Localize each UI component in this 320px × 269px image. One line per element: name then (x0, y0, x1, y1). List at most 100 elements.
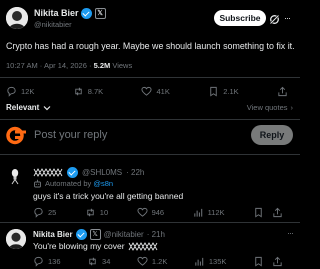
views-count: 112K (207, 208, 225, 217)
reply-text: You're blowing my cover (33, 241, 125, 251)
scribble-display-name-icon[interactable] (33, 168, 63, 177)
tweet-timestamp[interactable]: 10:27 AM · Apr 14, 2026 · (6, 61, 94, 70)
repost-count: 34 (102, 257, 111, 266)
repost-action[interactable]: 34 (87, 256, 110, 267)
like-action[interactable]: 946 (137, 207, 165, 218)
reply-button[interactable]: Reply (251, 125, 293, 145)
reply-handle[interactable]: @nikitabier (104, 230, 144, 239)
chevron-right-icon: › (290, 103, 294, 112)
repost-count: 8.7K (87, 87, 104, 96)
reply-action[interactable]: 12K (6, 86, 34, 97)
reply-secondary-actions (253, 256, 283, 267)
sort-relevant-dropdown[interactable]: Relevant (6, 103, 51, 112)
divider (0, 119, 300, 120)
avatar-portrait (6, 229, 26, 249)
scribble-redaction-icon (128, 241, 157, 251)
repost-icon (89, 257, 96, 266)
orange-logo-icon (6, 126, 26, 145)
repost-icon (74, 87, 82, 96)
views-label: Views (110, 61, 133, 70)
reply-header: @SHL0MS · 22h (33, 167, 144, 178)
reply-actions: 136 34 1.2K 135K (33, 256, 283, 267)
x-affiliate-icon: 𝕏 (89, 229, 101, 240)
share-action[interactable] (277, 86, 288, 97)
view-count: 5.2M (93, 61, 111, 70)
repost-count: 10 (99, 208, 109, 217)
heart-icon (137, 256, 148, 266)
like-count: 41K (156, 87, 170, 96)
heart-icon (137, 207, 148, 217)
share-icon (278, 86, 287, 97)
author-name-row: Nikita Bier 𝕏 (34, 8, 106, 20)
composer-avatar[interactable] (6, 125, 27, 146)
lightbulb-figure-icon (11, 169, 19, 185)
like-count: 1.2K (151, 257, 168, 266)
sort-label: Relevant (6, 103, 40, 112)
automated-label: Automated by @s8n (33, 179, 113, 188)
verified-badge-icon (75, 229, 87, 240)
bookmark-icon[interactable] (253, 256, 264, 267)
heart-icon (141, 86, 153, 96)
reply-icon (7, 86, 16, 97)
bookmark-icon (210, 86, 217, 97)
reply-input[interactable]: Post your reply (34, 129, 107, 141)
repost-icon (87, 208, 94, 217)
bookmark-count: 2.1K (223, 87, 239, 96)
reply-time[interactable]: · 21h (147, 230, 165, 239)
reply-count: 12K (21, 87, 35, 96)
reply-text-row: You're blowing my cover (33, 241, 158, 251)
bookmark-icon[interactable] (253, 207, 264, 218)
divider (0, 154, 300, 155)
more-options-icon[interactable]: ··· (284, 13, 291, 23)
views-action[interactable]: 112K (193, 207, 225, 218)
automated-by-link[interactable]: @s8n (93, 179, 113, 188)
reply-header: Nikita Bier 𝕏 @nikitabier · 21h (33, 229, 165, 240)
reply-count: 25 (48, 208, 57, 217)
reply-action[interactable]: 136 (33, 256, 61, 267)
verified-badge-icon (81, 8, 93, 20)
more-options-icon[interactable]: ··· (287, 228, 294, 238)
view-quotes-label: View quotes (246, 103, 288, 112)
x-affiliate-icon: 𝕏 (94, 8, 106, 20)
reply-avatar[interactable] (6, 229, 26, 249)
share-icon[interactable] (272, 207, 283, 218)
reply-handle[interactable]: @SHL0MS (82, 168, 122, 177)
tweet-actions: 12K 8.7K 41K 2.1K (6, 86, 288, 97)
view-quotes-link[interactable]: View quotes › (247, 103, 293, 112)
robot-icon (34, 179, 41, 188)
reply-time[interactable]: · 22h (126, 168, 144, 177)
reply-actions: 25 10 946 112K (33, 207, 283, 218)
avatar-portrait (6, 7, 28, 29)
automated-prefix: Automated by (45, 179, 94, 188)
subscribe-button[interactable]: Subscribe (214, 10, 266, 26)
views-action[interactable]: 135K (194, 256, 227, 267)
chevron-down-icon (43, 105, 51, 110)
analytics-icon (193, 208, 202, 217)
author-avatar[interactable] (6, 7, 28, 29)
reply-text: guys it's a trick you're all getting ban… (33, 191, 184, 201)
divider (0, 222, 300, 223)
repost-action[interactable]: 10 (85, 207, 108, 218)
reply-avatar[interactable] (6, 167, 24, 185)
author-name[interactable]: Nikita Bier (34, 8, 79, 18)
views-count: 135K (208, 257, 227, 266)
repost-action[interactable]: 8.7K (73, 86, 103, 97)
reply-count: 136 (48, 257, 61, 266)
divider (0, 77, 300, 78)
reply-secondary-actions (253, 207, 283, 218)
reply-icon (34, 207, 43, 218)
verified-badge-icon (67, 167, 78, 178)
reply-author-name[interactable]: Nikita Bier (33, 230, 73, 239)
reply-icon (34, 256, 43, 267)
like-action[interactable]: 41K (141, 86, 170, 97)
reply-action[interactable]: 25 (33, 207, 56, 218)
tweet-meta: 10:27 AM · Apr 14, 2026 · 5.2M Views (6, 61, 132, 70)
grok-icon[interactable] (269, 12, 280, 25)
bookmark-action[interactable]: 2.1K (208, 86, 239, 97)
author-handle[interactable]: @nikitabier (34, 20, 72, 29)
tweet-text: Crypto has had a rough year. Maybe we sh… (6, 41, 295, 51)
like-count: 946 (151, 208, 165, 217)
share-icon[interactable] (272, 256, 283, 267)
analytics-icon (195, 257, 204, 266)
like-action[interactable]: 1.2K (137, 256, 167, 267)
